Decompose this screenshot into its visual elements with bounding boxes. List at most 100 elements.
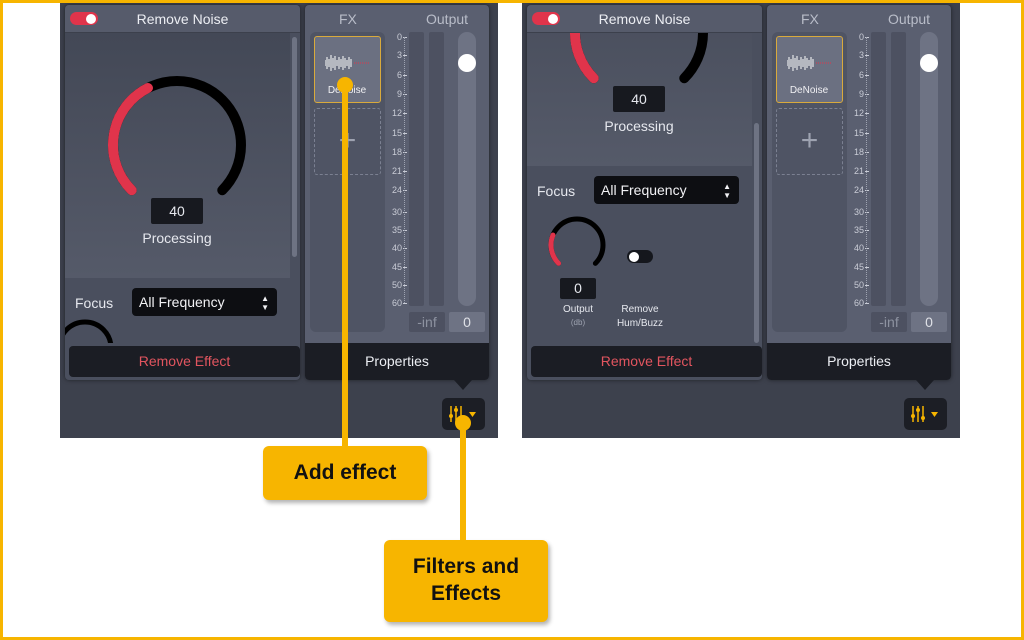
screenshot-2: Remove Noise 40 Processing Focus All Fre… [522, 0, 960, 438]
focus-value: All Frequency [139, 294, 225, 310]
meter-scale-tick: 3 [858, 50, 864, 60]
meter-scale-tick: 18 [391, 147, 402, 157]
meter-scale-tick: 12 [853, 108, 864, 118]
output-unit: (db) [570, 318, 586, 327]
fx-panel: FX Output DeNoise + 03691215182124303540… [305, 5, 489, 380]
scrollbar[interactable] [292, 37, 297, 257]
effect-panel: Remove Noise 40 Processing Focus All Fre… [65, 5, 300, 380]
processing-value[interactable]: 40 [613, 86, 665, 112]
callout-add-effect: Add effect [263, 446, 427, 500]
effect-enable-toggle[interactable] [532, 12, 560, 25]
fx-label: FX [339, 11, 357, 27]
callout-filters-and-effects: Filters and Effects [384, 540, 548, 622]
meter-scale-tick: 15 [391, 128, 402, 138]
slider-handle[interactable] [920, 54, 938, 72]
waveform-icon [787, 55, 831, 71]
output-gain-slider[interactable] [920, 32, 938, 306]
meter-scale-tick: 30 [391, 207, 402, 217]
meter-scale-tick: 6 [858, 70, 864, 80]
meter-scale-tick: 12 [391, 108, 402, 118]
meter-scale-tick: 24 [391, 185, 402, 195]
meter-scale-tick: 35 [853, 225, 864, 235]
output-header: Output [888, 11, 931, 27]
popover-pointer [454, 380, 472, 390]
add-effect-button[interactable]: + [776, 108, 843, 175]
meter-scale-tick: 45 [853, 262, 864, 272]
scale-axis [404, 37, 405, 303]
scrollbar[interactable] [754, 123, 759, 343]
gain-readout[interactable]: 0 [911, 312, 947, 332]
peak-readout: -inf [409, 312, 445, 332]
output-header: Output [426, 11, 469, 27]
callout-line-add-effect [342, 85, 348, 447]
meter-scale-tick: 9 [858, 89, 864, 99]
filters-effects-button[interactable] [904, 398, 947, 430]
tick-mark [865, 303, 869, 304]
remove-effect-button[interactable]: Remove Effect [69, 346, 300, 377]
level-meter-left [409, 32, 424, 306]
meter-scale-tick: 50 [391, 280, 402, 290]
meter-scale-tick: 21 [853, 166, 864, 176]
meter-scale-tick: 50 [853, 280, 864, 290]
effect-title: Remove Noise [598, 11, 691, 27]
fx-tile-label: DeNoise [789, 85, 829, 96]
screenshot-1: Remove Noise 40 Processing Focus All Fre… [60, 0, 498, 438]
effect-properties-scroll: 40 Processing Focus All Frequency ▲ ▼ 0 Ou… [527, 33, 762, 343]
callout-line-filters [460, 423, 466, 541]
remove-hum-label-1: Remove [621, 304, 659, 315]
waveform-icon [325, 55, 369, 71]
meter-scale-tick: 30 [853, 207, 864, 217]
meter-scale-tick: 0 [396, 32, 402, 42]
plus-icon: + [800, 124, 819, 157]
effect-header: Remove Noise [65, 5, 300, 33]
slider-handle[interactable] [458, 54, 476, 72]
fx-panel: FX Output DeNoise + 03691215182124303540… [767, 5, 951, 380]
remove-effect-button[interactable]: Remove Effect [531, 346, 762, 377]
output-value[interactable]: 0 [560, 278, 596, 299]
focus-select[interactable]: All Frequency ▲ ▼ [594, 176, 739, 204]
level-meter-left [871, 32, 886, 306]
popover-pointer [916, 380, 934, 390]
meter-scale-tick: 24 [853, 185, 864, 195]
level-meter-right [891, 32, 906, 306]
effect-panel: Remove Noise 40 Processing Focus All Fre… [527, 5, 762, 380]
effect-enable-toggle[interactable] [70, 12, 98, 25]
callout-filters-line1: Filters and [412, 555, 520, 578]
meter-scale-tick: 6 [396, 70, 402, 80]
output-label: Output [562, 304, 594, 315]
output-gain-slider[interactable] [458, 32, 476, 306]
fx-tile-denoise[interactable]: DeNoise [776, 36, 843, 103]
meter-scale-tick: 3 [396, 50, 402, 60]
effect-title: Remove Noise [136, 11, 229, 27]
effect-header: Remove Noise [527, 5, 762, 33]
peak-readout: -inf [871, 312, 907, 332]
output-knob[interactable] [65, 33, 114, 343]
scale-axis [866, 37, 867, 303]
meter-scale-tick: 0 [858, 32, 864, 42]
meter-scale-tick: 60 [853, 298, 864, 308]
remove-hum-toggle[interactable] [627, 250, 653, 263]
meter-scale-tick: 45 [391, 262, 402, 272]
callout-dot-add-effect [337, 77, 353, 93]
gain-readout[interactable]: 0 [449, 312, 485, 332]
fx-list: DeNoise + [772, 32, 847, 332]
meter-scale-tick: 18 [853, 147, 864, 157]
output-knob[interactable] [527, 33, 606, 266]
meter-scale-tick: 40 [391, 243, 402, 253]
focus-label: Focus [537, 183, 576, 199]
properties-button[interactable]: Properties [305, 343, 489, 380]
processing-value[interactable]: 40 [151, 198, 203, 224]
properties-button[interactable]: Properties [767, 343, 951, 380]
focus-label: Focus [75, 295, 114, 311]
sliders-icon [911, 406, 938, 422]
callout-dot-filters [455, 415, 471, 431]
meter-scale-tick: 15 [853, 128, 864, 138]
callout-filters-line2: Effects [430, 582, 502, 605]
meter-scale-tick: 60 [391, 298, 402, 308]
effect-properties-scroll: 40 Processing Focus All Frequency ▲ ▼ [65, 33, 300, 343]
focus-select[interactable]: All Frequency ▲ ▼ [132, 288, 277, 316]
remove-hum-label-2: Hum/Buzz [616, 318, 664, 329]
level-meter-right [429, 32, 444, 306]
processing-label: Processing [142, 230, 212, 246]
meter-scale-tick: 35 [391, 225, 402, 235]
